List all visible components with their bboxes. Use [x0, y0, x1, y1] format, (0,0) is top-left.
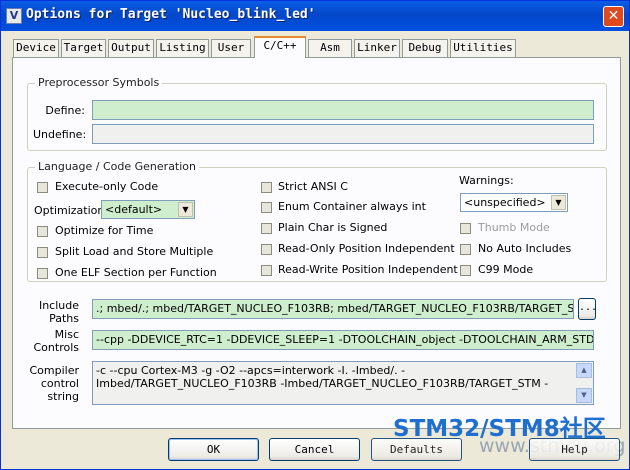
warnings-value: <unspecified> [464, 196, 546, 209]
define-label: Define: [45, 104, 85, 117]
execute-only-label: Execute-only Code [55, 180, 159, 193]
close-icon: ✕ [607, 8, 620, 24]
split-load-label: Split Load and Store Multiple [55, 245, 214, 258]
codegen-group-label: Language / Code Generation [35, 160, 200, 173]
misc-controls-label-2: Controls [33, 341, 80, 354]
help-button[interactable]: Help [529, 438, 620, 461]
tab-c-cpp[interactable]: C/C++ [254, 36, 306, 58]
misc-controls-input[interactable]: --cpp -DDEVICE_RTC=1 -DDEVICE_SLEEP=1 -D… [92, 330, 594, 350]
chevron-down-icon: ▼ [551, 195, 566, 210]
include-paths-browse-button[interactable]: ... [578, 298, 597, 320]
ro-pi-label: Read-Only Position Independent [278, 242, 455, 255]
strict-ansi-checkbox[interactable] [261, 182, 272, 193]
keil-app-icon: V [6, 8, 22, 24]
window-title: Options for Target 'Nucleo_blink_led' [26, 7, 316, 22]
preprocessor-group-label: Preprocessor Symbols [35, 76, 163, 89]
optimize-time-checkbox[interactable] [37, 226, 48, 237]
optimization-value: <default> [105, 203, 163, 216]
define-input[interactable] [92, 100, 594, 120]
warnings-label: Warnings: [459, 174, 514, 187]
undefine-label: Undefine: [33, 128, 87, 141]
tab-listing[interactable]: Listing [156, 39, 209, 57]
compiler-string-label-2: control [40, 377, 79, 390]
optimization-label: Optimization: [34, 204, 109, 217]
ro-pi-checkbox[interactable] [261, 244, 272, 255]
enum-container-label: Enum Container always int [278, 200, 426, 213]
one-elf-label: One ELF Section per Function [55, 266, 217, 279]
misc-controls-label-1: Misc [54, 328, 79, 341]
rw-pi-checkbox[interactable] [261, 265, 272, 276]
compiler-string-text: -c --cpu Cortex-M3 -g -O2 --apcs=interwo… [92, 361, 594, 405]
one-elf-checkbox[interactable] [37, 268, 48, 279]
tab-device[interactable]: Device [13, 39, 59, 57]
include-paths-label-1: Include [38, 299, 79, 312]
optimization-select[interactable]: <default> ▼ [101, 200, 195, 219]
no-auto-includes-checkbox[interactable] [460, 244, 471, 255]
tab-output[interactable]: Output [108, 39, 154, 57]
warnings-select[interactable]: <unspecified> ▼ [460, 193, 568, 212]
include-paths-input[interactable]: .; mbed/.; mbed/TARGET_NUCLEO_F103RB; mb… [92, 299, 574, 319]
close-button[interactable]: ✕ [603, 6, 624, 27]
tab-panel-c-cpp: Preprocessor Symbols Define: Undefine: L… [12, 57, 621, 429]
plain-char-checkbox[interactable] [261, 223, 272, 234]
execute-only-checkbox[interactable] [37, 182, 48, 193]
no-auto-includes-label: No Auto Includes [478, 242, 572, 255]
compiler-string-label-1: Compiler [29, 364, 79, 377]
compiler-string-label-3: string [47, 390, 79, 403]
rw-pi-label: Read-Write Position Independent [278, 263, 458, 276]
c99-mode-checkbox[interactable] [460, 265, 471, 276]
tab-user[interactable]: User [211, 39, 251, 57]
split-load-checkbox[interactable] [37, 247, 48, 258]
scroll-up-icon[interactable]: ▲ [576, 363, 592, 378]
title-bar[interactable]: V Options for Target 'Nucleo_blink_led' … [1, 1, 629, 31]
chevron-down-icon: ▼ [178, 202, 193, 217]
include-paths-label-2: Paths [49, 312, 79, 325]
tab-debug[interactable]: Debug [402, 39, 448, 57]
tab-linker[interactable]: Linker [354, 39, 400, 57]
strict-ansi-label: Strict ANSI C [278, 180, 348, 193]
scroll-down-icon[interactable]: ▼ [576, 388, 592, 403]
undefine-input[interactable] [92, 124, 594, 144]
ok-button[interactable]: OK [168, 438, 259, 461]
plain-char-label: Plain Char is Signed [278, 221, 388, 234]
options-dialog: V Options for Target 'Nucleo_blink_led' … [0, 0, 630, 470]
tab-asm[interactable]: Asm [308, 39, 352, 57]
thumb-mode-label: Thumb Mode [478, 221, 550, 234]
optimize-time-label: Optimize for Time [55, 224, 154, 237]
thumb-mode-checkbox [460, 223, 471, 234]
enum-container-checkbox[interactable] [261, 202, 272, 213]
cancel-button[interactable]: Cancel [269, 438, 360, 461]
c99-mode-label: C99 Mode [478, 263, 534, 276]
tab-target[interactable]: Target [61, 39, 106, 57]
tab-utilities[interactable]: Utilities [450, 39, 516, 57]
defaults-button[interactable]: Defaults [371, 438, 462, 461]
